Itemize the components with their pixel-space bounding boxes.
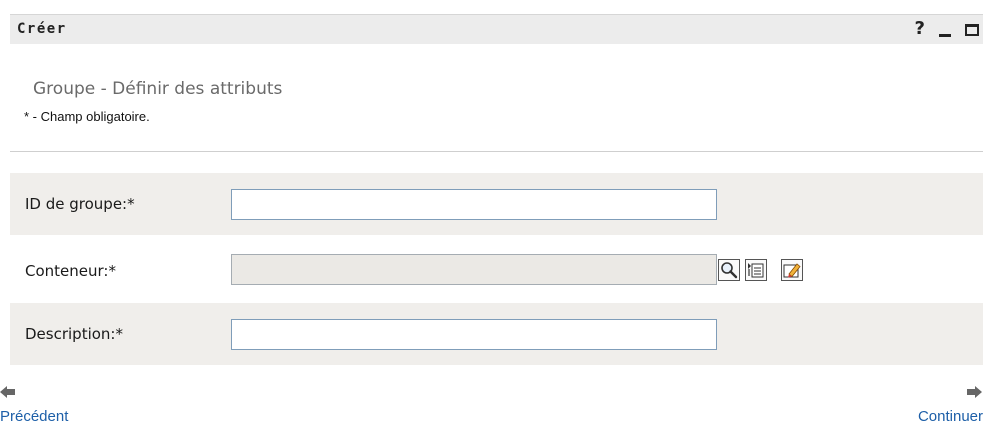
form-row-description: Description:* bbox=[10, 303, 983, 365]
description-label: Description:* bbox=[25, 325, 123, 343]
clear-eraser-icon[interactable] bbox=[781, 259, 803, 281]
group-id-label: ID de groupe:* bbox=[25, 195, 135, 213]
arrow-left-icon[interactable] bbox=[0, 383, 16, 398]
maximize-button[interactable] bbox=[965, 24, 979, 36]
minimize-button[interactable] bbox=[939, 18, 951, 40]
form-row-group-id: ID de groupe:* bbox=[10, 173, 983, 235]
group-id-input[interactable] bbox=[231, 189, 717, 220]
container-label: Conteneur:* bbox=[25, 262, 116, 280]
window-title-bar: Créer ? bbox=[10, 14, 983, 44]
form-row-container: Conteneur:* bbox=[10, 237, 983, 303]
window-controls: ? bbox=[915, 18, 979, 40]
magnifier-search-icon[interactable] bbox=[718, 259, 740, 281]
page-subtitle: Groupe - Définir des attributs bbox=[33, 79, 283, 99]
continue-link[interactable]: Continuer bbox=[918, 408, 983, 425]
window-title: Créer bbox=[17, 21, 67, 37]
arrow-right-icon[interactable] bbox=[966, 383, 982, 398]
description-input[interactable] bbox=[231, 319, 717, 350]
previous-link[interactable]: Précédent bbox=[0, 408, 68, 425]
header-divider bbox=[10, 151, 983, 152]
container-input[interactable] bbox=[231, 254, 717, 285]
help-button[interactable]: ? bbox=[915, 18, 925, 40]
object-history-icon[interactable] bbox=[745, 259, 767, 281]
required-field-note: * - Champ obligatoire. bbox=[24, 109, 150, 124]
